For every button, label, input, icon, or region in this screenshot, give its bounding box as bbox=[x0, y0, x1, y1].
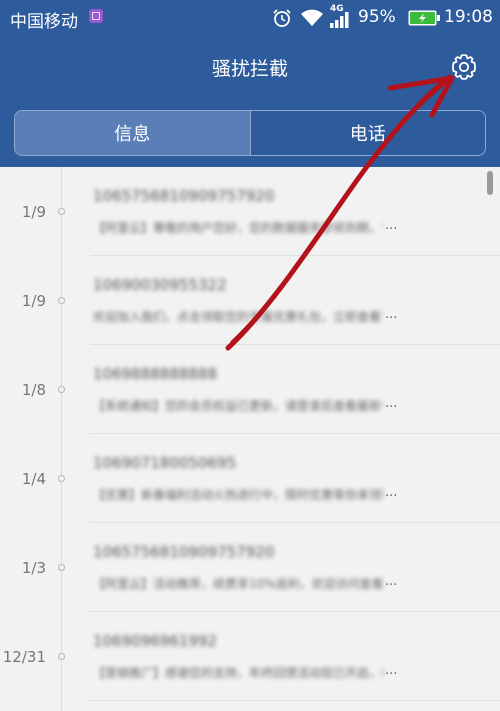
message-list: 1/9 1065756810909757920 【阿里云】尊敬的用户您好，您的数… bbox=[0, 167, 500, 711]
list-item[interactable]: 1/4 106907180050695 【优惠】新春福利活动火热进行中，限时优惠… bbox=[0, 434, 500, 523]
message-sender: 1069096961992 bbox=[93, 632, 218, 650]
message-sender: 1065756810909757920 bbox=[93, 543, 275, 561]
clock: 19:08 bbox=[444, 7, 493, 27]
list-item[interactable]: 1/9 1065756810909757920 【阿里云】尊敬的用户您好，您的数… bbox=[0, 167, 500, 256]
signal-icon bbox=[330, 12, 349, 28]
message-ellipsis: ... bbox=[385, 218, 398, 233]
battery-icon bbox=[408, 10, 440, 26]
message-date: 12/31 bbox=[2, 648, 46, 666]
message-ellipsis: ... bbox=[385, 307, 398, 322]
status-bar: 中国移动 4G 95% 19:08 bbox=[0, 0, 500, 36]
message-preview: 【营销推广】感谢您的支持，年终回馈活动现已开启，敬请关注 bbox=[93, 666, 383, 680]
tab-group: 信息 电话 bbox=[14, 110, 486, 156]
message-ellipsis: ... bbox=[385, 485, 398, 500]
page-title: 骚扰拦截 bbox=[211, 58, 288, 80]
message-preview: 【阿里云】尊敬的用户您好，您的数据服务即将到期，请尽快续费 bbox=[93, 221, 383, 235]
message-preview: 欢迎加入我们，点击领取您的专属优惠礼包，立即查看详情 bbox=[93, 310, 383, 324]
message-ellipsis: ... bbox=[385, 574, 398, 589]
message-date: 1/8 bbox=[21, 381, 46, 399]
row-divider bbox=[90, 700, 500, 701]
timeline-dot bbox=[58, 386, 65, 393]
message-date: 1/3 bbox=[21, 559, 46, 577]
timeline-dot bbox=[58, 297, 65, 304]
gear-icon[interactable] bbox=[449, 52, 479, 82]
message-date: 1/9 bbox=[21, 203, 46, 221]
list-item[interactable]: 1/8 1069888888888 【系统通知】您的会员权益已更新，请登录后查看… bbox=[0, 345, 500, 434]
list-item[interactable]: 12/31 1069096961992 【营销推广】感谢您的支持，年终回馈活动现… bbox=[0, 612, 500, 701]
message-preview: 【系统通知】您的会员权益已更新，请登录后查看最新信息 bbox=[93, 399, 383, 413]
carrier-label: 中国移动 bbox=[10, 12, 78, 32]
message-preview: 【阿里云】活动推荐，续费享10%返利，欢迎访问查看详情 bbox=[93, 577, 383, 591]
timeline-dot bbox=[58, 653, 65, 660]
message-ellipsis: ... bbox=[385, 663, 398, 678]
message-date: 1/9 bbox=[21, 292, 46, 310]
message-sender: 106907180050695 bbox=[93, 454, 237, 472]
timeline-dot bbox=[58, 564, 65, 571]
timeline-dot bbox=[58, 208, 65, 215]
sim-icon bbox=[89, 9, 103, 23]
battery-percent: 95% bbox=[358, 7, 396, 27]
message-sender: 1069888888888 bbox=[93, 365, 218, 383]
message-preview: 【优惠】新春福利活动火热进行中，限时优惠等你来领取哦 bbox=[93, 488, 383, 502]
list-item[interactable]: 1/9 10690030955322 欢迎加入我们，点击领取您的专属优惠礼包，立… bbox=[0, 256, 500, 345]
message-date: 1/4 bbox=[21, 470, 46, 488]
timeline-dot bbox=[58, 475, 65, 482]
wifi-icon bbox=[301, 9, 323, 26]
message-sender: 1065756810909757920 bbox=[93, 187, 275, 205]
alarm-icon bbox=[273, 9, 291, 27]
list-item[interactable]: 1/3 1065756810909757920 【阿里云】活动推荐，续费享10%… bbox=[0, 523, 500, 612]
tab-calls[interactable]: 电话 bbox=[249, 111, 486, 155]
header-bar: 中国移动 4G 95% 19:08 骚扰拦截 信息 电话 bbox=[0, 0, 500, 167]
message-sender: 10690030955322 bbox=[93, 276, 227, 294]
message-ellipsis: ... bbox=[385, 396, 398, 411]
tab-messages[interactable]: 信息 bbox=[15, 111, 250, 155]
scrollbar[interactable] bbox=[487, 171, 493, 195]
